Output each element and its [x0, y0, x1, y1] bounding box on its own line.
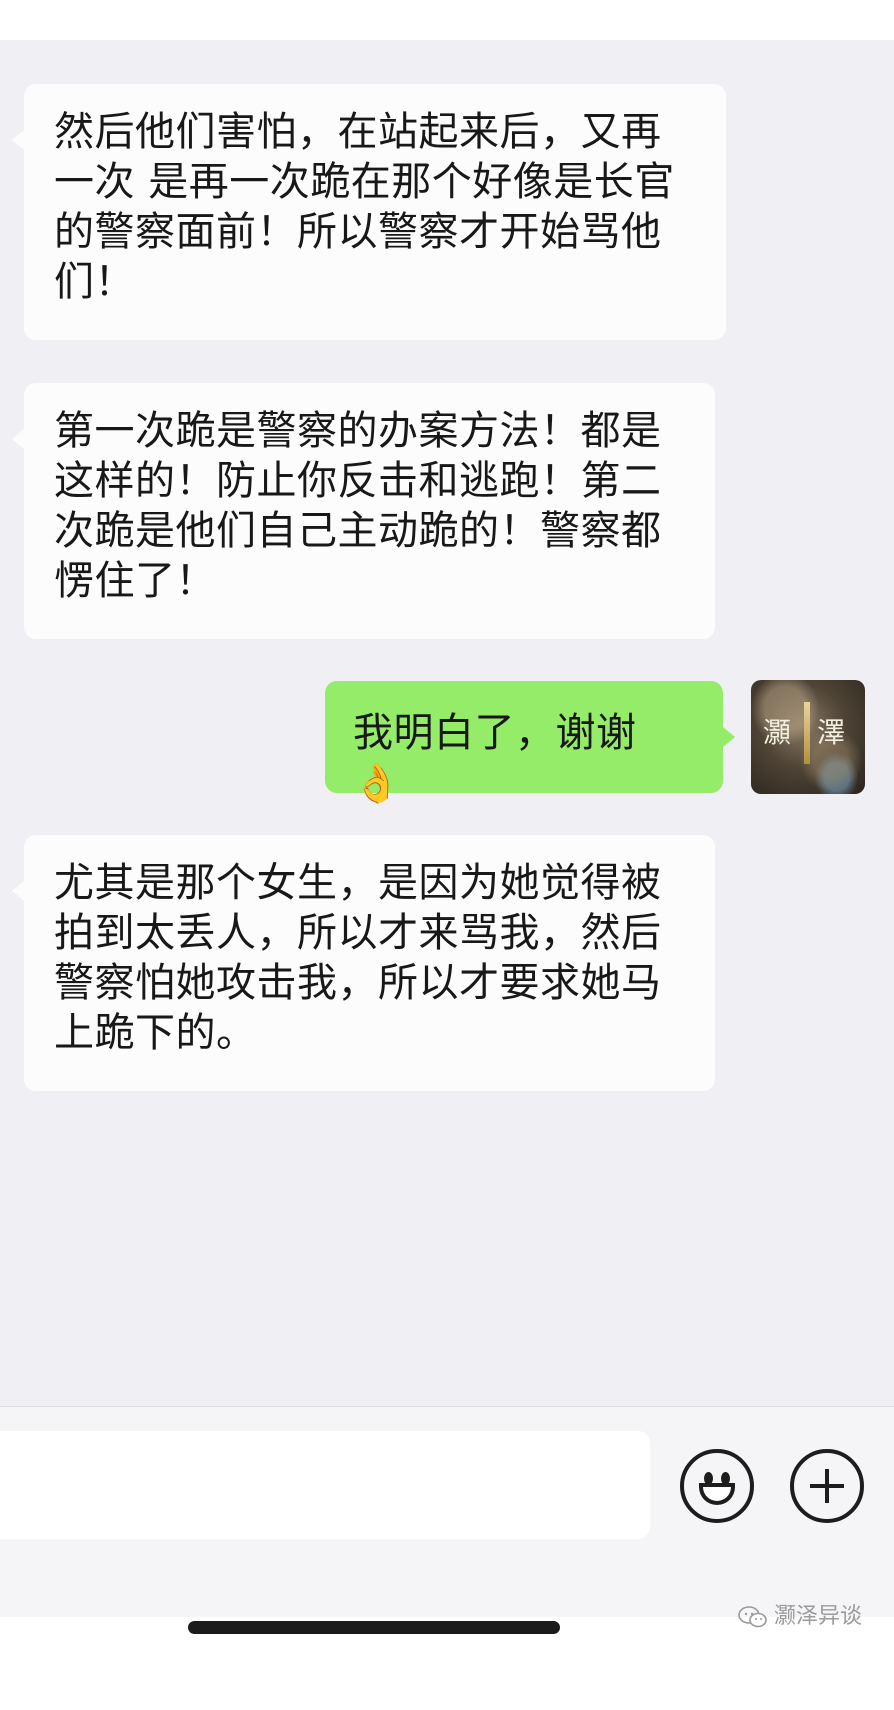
message-text: 尤其是那个女生，是因为她觉得被拍到太丢人，所以才来骂我，然后警察怕她攻击我，所以… — [54, 860, 662, 1056]
plus-circle-icon[interactable] — [790, 1449, 864, 1523]
watermark: 灏泽异谈 — [738, 1597, 888, 1637]
avatar-glyph-right: 澤 — [817, 716, 846, 749]
smiley-face-icon[interactable] — [680, 1449, 754, 1523]
sword-icon — [804, 702, 810, 764]
outgoing-message[interactable]: 我明白了，谢谢 👌 — [325, 681, 735, 805]
message-text: 第一次跪是警察的办案方法！都是这样的！防止你反击和逃跑！第二次跪是他们自己主动跪… — [54, 408, 662, 604]
message-input[interactable] — [0, 1431, 650, 1539]
incoming-message[interactable]: 然后他们害怕，在站起来后，又再一次 是再一次跪在那个好像是长官的警察面前！所以警… — [12, 84, 726, 340]
message-text: 然后他们害怕，在站起来后，又再一次 是再一次跪在那个好像是长官的警察面前！所以警… — [54, 109, 675, 305]
input-bar — [0, 1406, 894, 1617]
incoming-message[interactable]: 第一次跪是警察的办案方法！都是这样的！防止你反击和逃跑！第二次跪是他们自己主动跪… — [12, 383, 715, 639]
home-indicator[interactable] — [188, 1621, 560, 1634]
avatar-glyph-left: 灝 — [763, 716, 792, 749]
wechat-icon — [738, 1606, 767, 1628]
chat-area: 然后他们害怕，在站起来后，又再一次 是再一次跪在那个好像是长官的警察面前！所以警… — [0, 40, 894, 1406]
watermark-text: 灏泽异谈 — [774, 1604, 863, 1629]
incoming-message[interactable]: 尤其是那个女生，是因为她觉得被拍到太丢人，所以才来骂我，然后警察怕她攻击我，所以… — [12, 835, 715, 1091]
message-text: 我明白了，谢谢 — [353, 710, 637, 756]
ok-hand-emoji-icon: 👌 — [353, 761, 401, 805]
avatar[interactable]: 灝 澤 — [751, 680, 865, 794]
